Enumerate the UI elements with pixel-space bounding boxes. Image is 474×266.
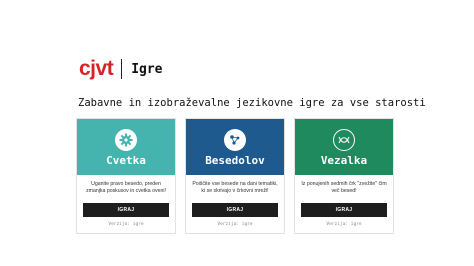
header-divider [121,59,123,79]
version-label: Verzija: igre [326,222,362,227]
card-header: Vezalka [295,119,393,175]
play-button[interactable]: IGRAJ [301,203,387,217]
flower-gear-icon [115,129,137,151]
game-card-besedolov[interactable]: Besedolov Poiščite vse besede na dani te… [185,118,285,234]
card-description: Iz ponujenih sedmih črk "zvežite" čim ve… [301,181,387,194]
play-button[interactable]: IGRAJ [83,203,169,217]
card-header: Cvetka [77,119,175,175]
game-cards: Cvetka Uganite pravo besedo, preden zman… [76,118,394,234]
version-label: Verzija: igre [108,222,144,227]
card-title: Vezalka [320,154,368,167]
page-tagline: Zabavne in izobraževalne jezikovne igre … [78,97,426,109]
header: cjvt Igre [79,58,163,80]
network-icon [224,129,246,151]
card-title: Besedolov [205,154,265,167]
game-card-vezalka[interactable]: Vezalka Iz ponujenih sedmih črk "zvežite… [294,118,394,234]
section-title: Igre [131,61,163,77]
play-button[interactable]: IGRAJ [192,203,278,217]
card-description: Uganite pravo besedo, preden zmanjka pos… [86,181,166,194]
card-title: Cvetka [106,154,146,167]
game-card-cvetka[interactable]: Cvetka Uganite pravo besedo, preden zman… [76,118,176,234]
card-header: Besedolov [186,119,284,175]
version-label: Verzija: igre [217,222,253,227]
card-description: Poiščite vse besede na dani tematiki, ki… [192,181,278,194]
knot-icon [333,129,355,151]
cjvt-logo[interactable]: cjvt [79,58,114,80]
